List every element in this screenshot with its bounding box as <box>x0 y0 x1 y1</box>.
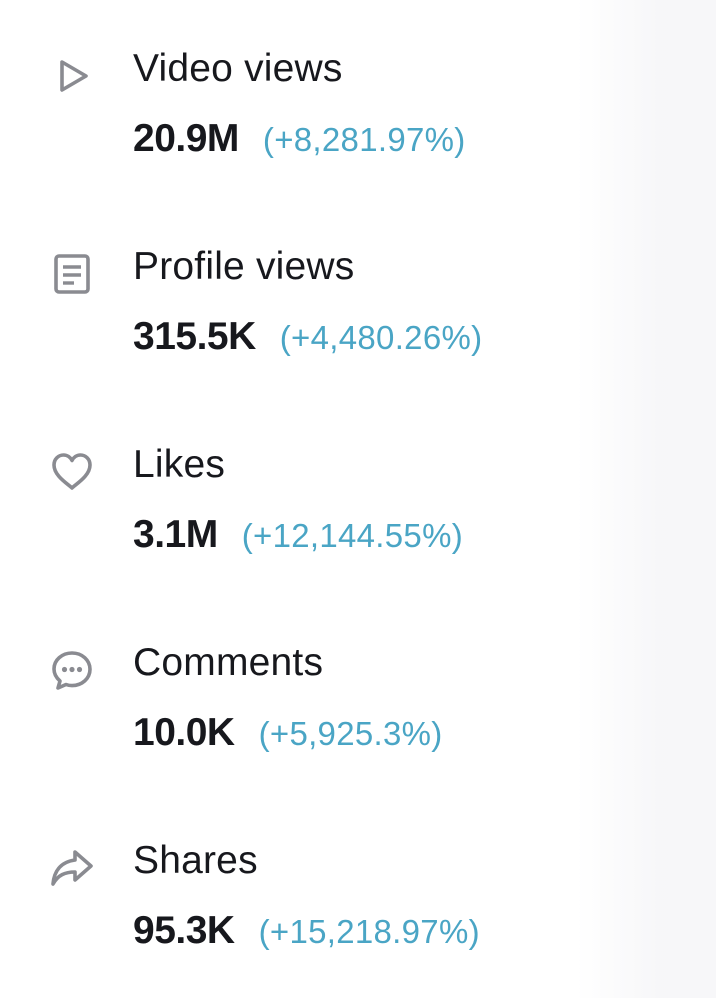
metric-change: (+12,144.55%) <box>241 517 464 554</box>
metric-likes: Likes 3.1M (+12,144.55%) <box>0 396 716 556</box>
metric-label: Video views <box>133 47 343 90</box>
profile-icon <box>48 250 96 298</box>
metric-change: (+4,480.26%) <box>279 319 483 356</box>
metric-change: (+15,218.97%) <box>258 913 480 950</box>
metric-label: Shares <box>133 839 258 882</box>
metric-value-row: 10.0K (+5,925.3%) <box>133 711 443 767</box>
metric-value: 315.5K <box>133 315 256 358</box>
metric-value-row: 20.9M (+8,281.97%) <box>133 117 466 173</box>
comment-icon <box>48 646 96 694</box>
metric-value: 3.1M <box>133 513 218 556</box>
metric-value: 10.0K <box>133 711 235 754</box>
share-icon <box>48 844 96 892</box>
metric-label: Profile views <box>133 245 355 288</box>
metric-value: 20.9M <box>133 117 239 160</box>
metric-value-row: 3.1M (+12,144.55%) <box>133 513 463 569</box>
heart-icon <box>48 448 96 496</box>
metric-change: (+5,925.3%) <box>258 715 443 752</box>
metric-value: 95.3K <box>133 909 235 952</box>
metric-video-views: Video views 20.9M (+8,281.97%) <box>0 0 716 160</box>
metric-label: Comments <box>133 641 324 684</box>
play-icon <box>48 52 96 100</box>
metric-profile-views: Profile views 315.5K (+4,480.26%) <box>0 198 716 358</box>
metric-value-row: 315.5K (+4,480.26%) <box>133 315 482 371</box>
metric-change: (+8,281.97%) <box>262 121 466 158</box>
metric-shares: Shares 95.3K (+15,218.97%) <box>0 792 716 952</box>
metric-comments: Comments 10.0K (+5,925.3%) <box>0 594 716 754</box>
metric-value-row: 95.3K (+15,218.97%) <box>133 909 480 965</box>
metric-label: Likes <box>133 443 226 486</box>
